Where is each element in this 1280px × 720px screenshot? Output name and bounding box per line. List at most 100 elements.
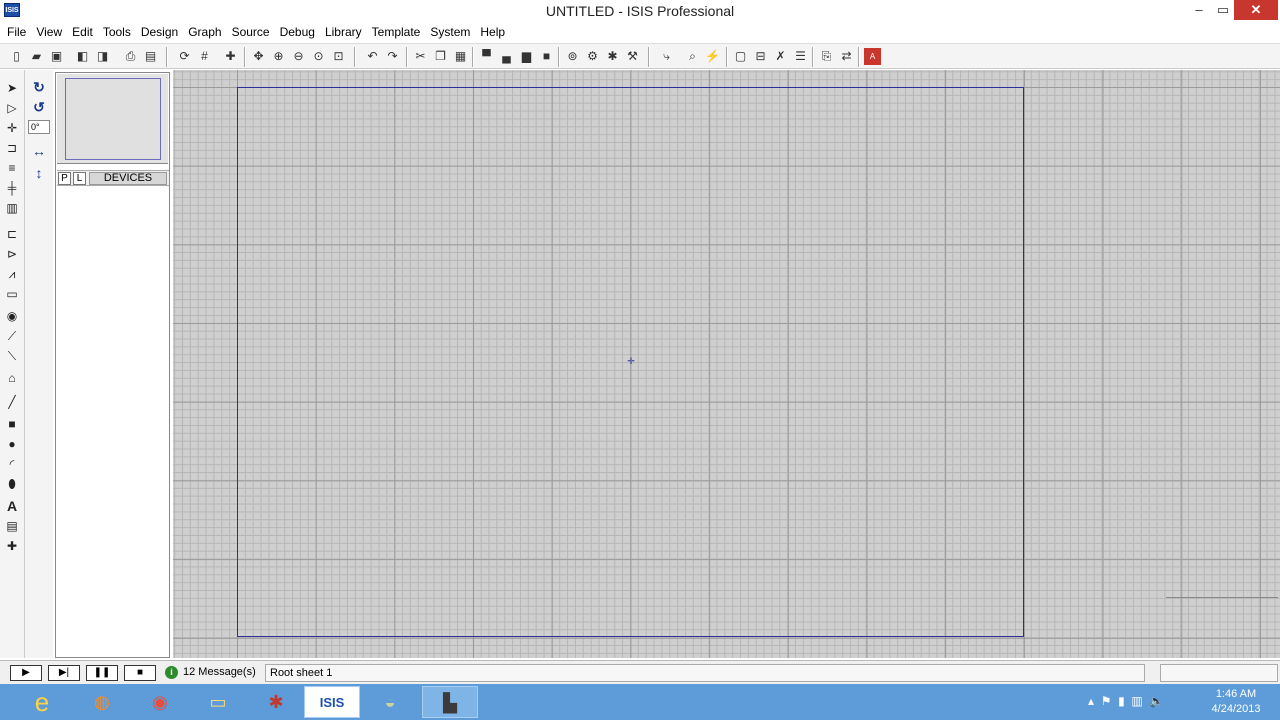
import-icon[interactable]: ◧: [74, 48, 91, 65]
open-icon[interactable]: ▰: [28, 48, 45, 65]
zoom-in-icon[interactable]: ⊕: [270, 48, 287, 65]
firefox-icon[interactable]: ◍: [74, 686, 130, 718]
stop-button[interactable]: ■: [124, 665, 156, 681]
menu-edit[interactable]: Edit: [67, 22, 98, 42]
decompose-icon[interactable]: ⚒: [624, 48, 641, 65]
generator-icon[interactable]: ◉: [3, 308, 21, 325]
circle-2d-icon[interactable]: ●: [3, 436, 21, 453]
pick-devices-button[interactable]: P: [58, 172, 71, 185]
box-2d-icon[interactable]: ■: [3, 416, 21, 433]
arc-2d-icon[interactable]: ◜: [3, 456, 21, 473]
ares-icon[interactable]: A: [864, 48, 881, 65]
database-app-icon[interactable]: ◒: [362, 686, 418, 718]
play-button[interactable]: ▶: [10, 665, 42, 681]
symbol-2d-icon[interactable]: ▤: [3, 518, 21, 535]
property-tool-icon[interactable]: ⚡: [704, 48, 721, 65]
menu-help[interactable]: Help: [475, 22, 510, 42]
system-tray[interactable]: ▴ ⚑ ▮ ▥ 🔈: [1088, 694, 1164, 708]
tape-recorder-icon[interactable]: ▭: [3, 286, 21, 303]
menu-library[interactable]: Library: [320, 22, 367, 42]
zoom-area-icon[interactable]: ⊡: [330, 48, 347, 65]
chrome-icon[interactable]: ◉: [132, 686, 188, 718]
menu-view[interactable]: View: [31, 22, 67, 42]
menu-file[interactable]: File: [2, 22, 31, 42]
zoom-out-icon[interactable]: ⊖: [290, 48, 307, 65]
redo-icon[interactable]: ↷: [384, 48, 401, 65]
restore-button[interactable]: ▭: [1212, 0, 1234, 20]
text-2d-icon[interactable]: A: [3, 498, 21, 515]
pick-device-icon[interactable]: ⊚: [564, 48, 581, 65]
menu-tools[interactable]: Tools: [98, 22, 136, 42]
terminals-icon[interactable]: ⊏: [3, 226, 21, 243]
packaging-icon[interactable]: ✱: [604, 48, 621, 65]
exit-parent-icon[interactable]: ✗: [772, 48, 789, 65]
path-2d-icon[interactable]: ⬮: [3, 476, 21, 493]
component-mode-icon[interactable]: ▷: [3, 100, 21, 117]
menu-design[interactable]: Design: [136, 22, 183, 42]
new-icon[interactable]: ▯: [8, 48, 25, 65]
line-2d-icon[interactable]: ╱: [3, 394, 21, 411]
device-pins-icon[interactable]: ⊳: [3, 246, 21, 263]
overview-window[interactable]: [57, 74, 168, 164]
undo-icon[interactable]: ↶: [364, 48, 381, 65]
message-count[interactable]: 12 Message(s): [183, 666, 256, 678]
junction-dot-icon[interactable]: ✛: [3, 120, 21, 137]
menu-template[interactable]: Template: [367, 22, 426, 42]
menu-debug[interactable]: Debug: [275, 22, 320, 42]
close-button[interactable]: ✕: [1234, 0, 1278, 20]
bug-app-icon[interactable]: ✱: [248, 686, 304, 718]
buses-icon[interactable]: ╪: [3, 180, 21, 197]
block-rotate-icon[interactable]: ▆: [518, 48, 535, 65]
virtual-instruments-icon[interactable]: ⌂: [3, 370, 21, 387]
mirror-vertical-icon[interactable]: ↕: [30, 164, 48, 182]
zoom-all-icon[interactable]: ⊙: [310, 48, 327, 65]
search-tag-icon[interactable]: ⌕: [684, 48, 701, 65]
minimize-button[interactable]: –: [1188, 0, 1210, 20]
erc-icon[interactable]: ⎘: [818, 48, 835, 65]
library-manager-button[interactable]: L: [73, 172, 86, 185]
message-info-icon[interactable]: i: [165, 666, 178, 679]
wire-autoroute-icon[interactable]: ⤷: [658, 48, 675, 65]
remove-sheet-icon[interactable]: ⊟: [752, 48, 769, 65]
taskbar-clock[interactable]: 1:46 AM 4/24/2013: [1200, 687, 1272, 717]
netlist-icon[interactable]: ⇄: [838, 48, 855, 65]
current-probe-icon[interactable]: ⟍: [3, 348, 21, 365]
schematic-canvas[interactable]: ✛: [173, 70, 1280, 658]
wire-label-icon[interactable]: ⊐: [3, 140, 21, 157]
block-delete-icon[interactable]: ■: [538, 48, 555, 65]
mirror-horizontal-icon[interactable]: ↔: [30, 142, 48, 160]
rotate-clockwise-icon[interactable]: ↻: [30, 78, 48, 96]
text-script-icon[interactable]: ≡: [3, 160, 21, 177]
block-move-icon[interactable]: ▄: [498, 48, 515, 65]
rotate-anticlockwise-icon[interactable]: ↺: [30, 98, 48, 116]
step-button[interactable]: ▶|: [48, 665, 80, 681]
refresh-icon[interactable]: ⟳: [176, 48, 193, 65]
device-list[interactable]: [57, 187, 168, 655]
marker-2d-icon[interactable]: ✚: [3, 538, 21, 555]
copy-icon[interactable]: ❐: [432, 48, 449, 65]
subcircuit-icon[interactable]: ▥: [3, 200, 21, 217]
pause-button[interactable]: ❚❚: [86, 665, 118, 681]
block-copy-icon[interactable]: ▀: [478, 48, 495, 65]
save-icon[interactable]: ▣: [48, 48, 65, 65]
selection-mode-icon[interactable]: ➤: [3, 80, 21, 97]
graph-mode-icon[interactable]: ⩘: [3, 266, 21, 283]
paste-icon[interactable]: ▦: [452, 48, 469, 65]
tool-app-icon[interactable]: ▙: [422, 686, 478, 718]
internet-explorer-icon[interactable]: e: [14, 686, 70, 718]
pan-icon[interactable]: ✥: [250, 48, 267, 65]
bom-icon[interactable]: ☰: [792, 48, 809, 65]
isis-taskbar-button[interactable]: ISIS: [304, 686, 360, 718]
menu-system[interactable]: System: [425, 22, 475, 42]
menu-graph[interactable]: Graph: [183, 22, 226, 42]
rotation-angle-field[interactable]: 0°: [28, 120, 50, 134]
cut-icon[interactable]: ✂: [412, 48, 429, 65]
origin-icon[interactable]: ✚: [222, 48, 239, 65]
grid-icon[interactable]: #: [196, 48, 213, 65]
voltage-probe-icon[interactable]: ⟋: [3, 328, 21, 345]
make-device-icon[interactable]: ⚙: [584, 48, 601, 65]
print-area-icon[interactable]: ▤: [142, 48, 159, 65]
print-icon[interactable]: ⎙: [122, 48, 139, 65]
new-sheet-icon[interactable]: ▢: [732, 48, 749, 65]
menu-source[interactable]: Source: [227, 22, 275, 42]
